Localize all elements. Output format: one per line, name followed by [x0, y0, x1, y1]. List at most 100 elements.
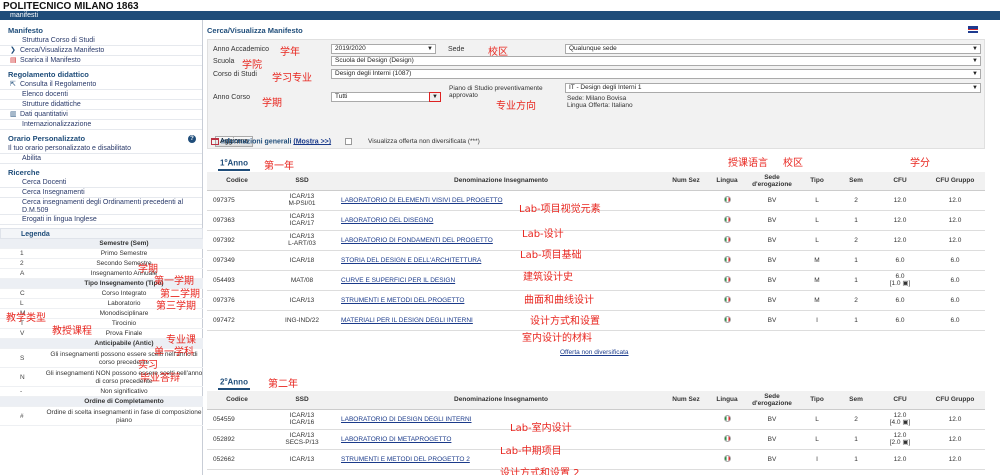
nav-label[interactable]: manifesti — [10, 12, 38, 19]
course-cfu-gruppo: 12.0 — [925, 429, 985, 450]
course-code: 097472 — [207, 310, 267, 331]
course-link[interactable]: LABORATORIO DI FONDAMENTI DEL PROGETTO — [341, 237, 493, 244]
annocorso-label: Anno Corso — [213, 94, 250, 101]
course-link[interactable]: STRUMENTI E METODI DEL PROGETTO 2 — [341, 456, 470, 463]
scuola-label: Scuola — [213, 58, 235, 65]
courses-table-year1: Codice SSD Denominazione Insegnamento Num S… — [207, 172, 985, 331]
sidebar-item-cerca-manifesto[interactable]: ❯ Cerca/Visualizza Manifesto — [0, 46, 202, 56]
course-link[interactable]: MATERIALI PER IL DESIGN DEGLI INTERNI — [341, 317, 473, 324]
course-link[interactable]: LABORATORIO DI ELEMENTI VISIVI DEL PROGE… — [341, 197, 503, 204]
chevron-down-icon: ▼ — [429, 92, 441, 102]
course-lingua — [707, 190, 747, 211]
annotation-year2: 第二年 — [268, 379, 298, 390]
italian-flag-icon — [723, 315, 731, 323]
chevron-right-icon: ❯ — [10, 47, 16, 54]
chevron-down-icon: ▼ — [972, 85, 978, 91]
table-row: 052892 ICAR/13 SECS-P/13 LABORATORIO DI MET… — [207, 429, 985, 450]
mostra-link[interactable]: (Mostra >>) — [293, 138, 331, 145]
offerta-checkbox[interactable] — [345, 138, 352, 145]
chevron-down-icon: ▼ — [972, 46, 978, 52]
course-link[interactable]: STRUMENTI E METODI DEL PROGETTO — [341, 297, 464, 304]
column-header: SSD — [267, 391, 337, 410]
sidebar-item-scarica[interactable]: ▤ Scarica il Manifesto — [0, 56, 202, 66]
annotation-row: Lab-项目基础 — [520, 250, 582, 261]
course-ssd: ICAR/13 M-PSI/01 — [267, 190, 337, 211]
course-cfu-gruppo: 12.0 — [925, 449, 985, 470]
annotation-finale: 毕业答辩 — [140, 373, 180, 384]
anno-select[interactable]: 2019/2020 ▼ — [331, 44, 436, 54]
sidebar-section-manifesto: Manifesto — [8, 26, 44, 35]
annotation-anno: 学年 — [280, 47, 300, 58]
course-num-sez — [665, 429, 707, 450]
course-ssd: ICAR/13 — [267, 449, 337, 470]
sidebar-item-abilita[interactable]: Abilita — [0, 154, 202, 164]
course-sede: BV — [747, 250, 797, 271]
sidebar-item-internazionalizzazione[interactable]: Internazionalizzazione — [0, 120, 202, 130]
course-sem: 1 — [837, 429, 875, 450]
course-sede: BV — [747, 429, 797, 450]
course-link[interactable]: CURVE E SUPERFICI PER IL DESIGN — [341, 277, 455, 284]
course-cfu: 12.0 [4.0 ▣] — [875, 409, 925, 430]
sidebar-item-inglese[interactable]: Erogati in lingua Inglese — [0, 215, 202, 225]
course-link[interactable]: LABORATORIO DEL DISEGNO — [341, 217, 433, 224]
course-sem: 1 — [837, 210, 875, 231]
course-sem: 1 — [837, 449, 875, 470]
course-cfu: 12.0 [2.0 ▣] — [875, 429, 925, 450]
column-header: CFU — [875, 172, 925, 191]
sidebar-item-docenti[interactable]: Elenco docenti — [0, 90, 202, 100]
scuola-select[interactable]: Scuola del Design (Design) ▼ — [331, 56, 981, 66]
legend-row: 1 Primo Semestre — [0, 249, 203, 259]
sidebar-item-dati[interactable]: ▥ Dati quantitativi — [0, 110, 202, 120]
course-tipo: M — [797, 290, 837, 311]
sidebar-item-ordinamenti-precedenti[interactable]: Cerca insegnamenti degli Ordinamenti pre… — [0, 198, 202, 215]
column-header: Lingua — [707, 391, 747, 410]
course-sede: BV — [747, 190, 797, 211]
annotation-scuola: 学院 — [242, 60, 262, 71]
legend-row: # Ordine di scelta insegnamenti in fase d… — [0, 407, 203, 426]
column-header: Num Sez — [665, 172, 707, 191]
table-row: 097392 ICAR/13 L-ART/03 LABORATORIO DI FOND… — [207, 230, 985, 251]
sidebar-item-cerca-insegnamenti[interactable]: Cerca Insegnamenti — [0, 188, 202, 198]
sidebar-item-struttura[interactable]: Struttura Corso di Studi — [0, 36, 202, 46]
external-link-icon: ⇱ — [10, 81, 16, 88]
course-tipo: L — [797, 409, 837, 430]
column-header: Num Sez — [665, 391, 707, 410]
corso-select[interactable]: Design degli Interni (1087) ▼ — [331, 69, 981, 79]
legend-row: 2 Secondo Semestre — [0, 259, 203, 269]
column-header: SSD — [267, 172, 337, 191]
course-sem: 1 — [837, 270, 875, 291]
sidebar-item-consulta[interactable]: ⇱ Consulta il Regolamento — [0, 80, 202, 90]
course-sem: 2 — [837, 290, 875, 311]
sidebar-item-strutture[interactable]: Strutture didattiche — [0, 100, 202, 110]
course-tipo: M — [797, 250, 837, 271]
chart-icon: ▥ — [10, 111, 17, 118]
sede-label: Sede — [448, 46, 465, 53]
course-code: 054559 — [207, 409, 267, 430]
sidebar-item-cerca-docenti[interactable]: Cerca Docenti — [0, 178, 202, 188]
course-code: 097375 — [207, 190, 267, 211]
annotation-year1: 第一年 — [264, 161, 294, 172]
piano-sede: Sede: Milano Bovisa — [567, 95, 627, 102]
course-lingua — [707, 210, 747, 231]
table-header-row: Codice SSD Denominazione Insegnamento Num S… — [207, 172, 985, 191]
italian-flag-icon — [723, 255, 731, 263]
annotation-row: 设计方式和设置 — [530, 316, 600, 327]
course-tipo: L — [797, 210, 837, 231]
annotation-row: Lab-项目视觉元素 — [519, 204, 601, 215]
course-ssd: MAT/08 — [267, 270, 337, 291]
course-cfu: 6.0 — [875, 290, 925, 311]
course-sede: BV — [747, 290, 797, 311]
course-lingua — [707, 409, 747, 430]
course-link[interactable]: LABORATORIO DI METAPROGETTO — [341, 436, 451, 443]
piano-select[interactable]: IT - Design degli Interni 1 ▼ — [565, 83, 981, 93]
sede-select[interactable]: Qualunque sede ▼ — [565, 44, 981, 54]
help-icon[interactable]: ? — [188, 135, 196, 143]
piano-lingua: Lingua Offerta: Italiano — [567, 102, 633, 109]
course-sede: BV — [747, 409, 797, 430]
course-link[interactable]: STORIA DEL DESIGN E DELL'ARCHITETTURA — [341, 257, 481, 264]
course-ssd: ING-IND/22 — [267, 310, 337, 331]
course-link[interactable]: LABORATORIO DI DESIGN DEGLI INTERNI — [341, 416, 472, 423]
english-flag-icon[interactable] — [968, 26, 978, 33]
annocorso-select[interactable]: Tutti ▼ — [331, 92, 441, 102]
offerta-link[interactable]: Offerta non diversificata — [560, 349, 629, 356]
